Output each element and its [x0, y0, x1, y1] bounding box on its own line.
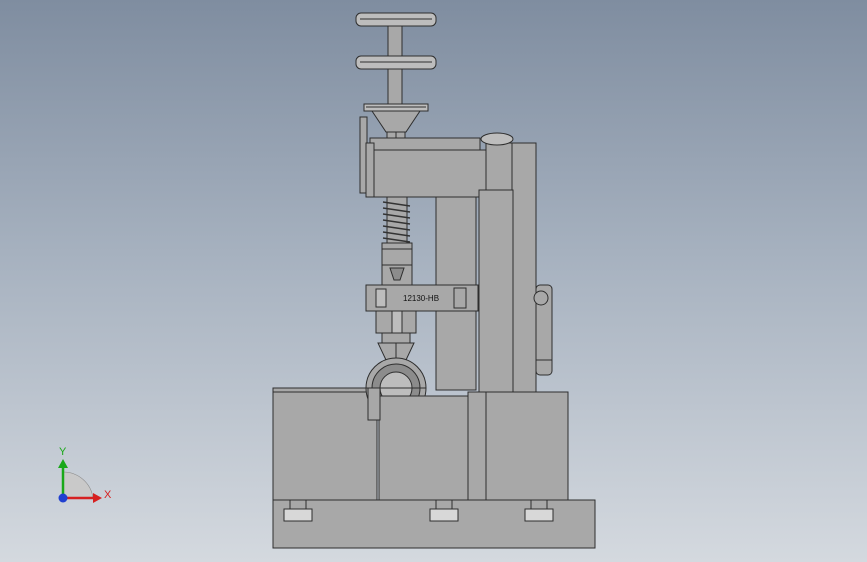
axis-triad: Y X: [58, 446, 112, 503]
x-axis-label: X: [104, 489, 112, 501]
top-knob[interactable]: [355, 12, 437, 105]
right-base-block: [467, 391, 569, 501]
cad-viewport[interactable]: 12130-HB Y X: [0, 0, 867, 562]
middle-base-block: [378, 395, 469, 501]
base-plate: [272, 499, 596, 549]
triad-plane-arc: [62, 471, 94, 499]
vise-jaw: [367, 387, 381, 421]
left-base-block: [272, 387, 378, 501]
y-axis-label: Y: [59, 446, 67, 458]
y-axis-arrowhead: [58, 459, 68, 468]
horizontal-arm: 12130-HB: [365, 284, 479, 312]
part-label: 12130-HB: [403, 294, 439, 303]
x-axis-arrowhead: [93, 493, 102, 503]
z-axis-dot: [58, 493, 68, 503]
spring-rod: [381, 196, 413, 250]
slide-block: [381, 248, 413, 286]
cad-model-drawing[interactable]: 12130-HB Y X: [0, 0, 867, 562]
cone-collar: [363, 103, 429, 141]
upper-carriage: [365, 137, 487, 198]
clamp-head: [375, 310, 417, 361]
